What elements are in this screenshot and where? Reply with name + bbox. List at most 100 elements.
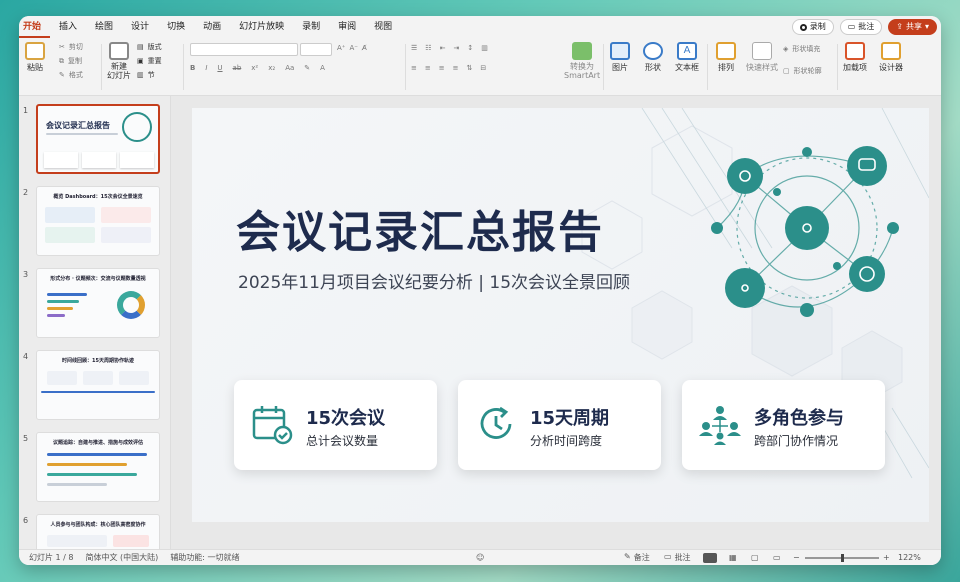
ribbon: 粘贴 ✂ 剪切 ⧉ 复制 ✎ 格式 新建 幻灯片 ▤ 版式 ▣ 重置 ▥ 节 A⁺ A⁻ A̸ … bbox=[19, 38, 941, 96]
presenter-view-icon[interactable]: ▭ bbox=[773, 553, 781, 562]
slide-thumbnail-4[interactable]: 时间线回顾：15天周期协作轨迹 bbox=[36, 350, 160, 420]
cut-button[interactable]: ✂ 剪切 bbox=[59, 42, 83, 52]
bold-icon[interactable]: B bbox=[190, 64, 195, 72]
slide-thumbnail-3[interactable]: 形式分布 · 议题频次：交流与议题数量透视 bbox=[36, 268, 160, 338]
tab-record[interactable]: 录制 bbox=[293, 16, 329, 38]
convert-smartart-button[interactable]: 转换为 SmartArt bbox=[564, 42, 600, 80]
thumbnail-bar bbox=[47, 300, 79, 303]
slide-thumbnail-pane[interactable]: 1 会议记录汇总报告 2 概览 Dashboard：15次会议全景速览 3 形式… bbox=[19, 96, 171, 549]
status-comments-button[interactable]: ▭ 批注 bbox=[664, 552, 691, 563]
superscript-icon[interactable]: x² bbox=[251, 64, 258, 72]
normal-view-icon[interactable] bbox=[703, 552, 717, 563]
layout-button[interactable]: ▤ 版式 bbox=[137, 42, 162, 52]
zoom-slider-thumb[interactable] bbox=[841, 554, 844, 562]
record-button[interactable]: 录制 bbox=[791, 19, 834, 35]
format-painter-button[interactable]: ✎ 格式 bbox=[59, 70, 83, 80]
shrink-font-icon[interactable]: A⁻ bbox=[349, 44, 357, 52]
paste-button[interactable]: 粘贴 bbox=[25, 42, 45, 73]
tab-home[interactable]: 开始 bbox=[19, 16, 51, 38]
paste-label: 粘贴 bbox=[27, 63, 43, 72]
zoom-out-icon[interactable]: − bbox=[793, 553, 800, 562]
numbering-icon[interactable]: ☷ bbox=[425, 44, 431, 52]
stat-card-roles[interactable]: 多角色参与 跨部门协作情况 bbox=[682, 380, 885, 470]
slide-subtitle[interactable]: 2025年11月项目会议纪要分析 | 15次会议全景回顾 bbox=[238, 268, 630, 293]
tab-draw[interactable]: 绘图 bbox=[86, 16, 122, 38]
font-size-select[interactable] bbox=[300, 43, 332, 56]
arrange-button[interactable]: 排列 bbox=[716, 42, 736, 73]
card-headline: 15次会议 bbox=[306, 408, 386, 429]
subscript-icon[interactable]: x₂ bbox=[268, 64, 275, 72]
slide-title[interactable]: 会议记录汇总报告 bbox=[236, 196, 604, 260]
picture-button[interactable]: 图片 bbox=[610, 42, 630, 73]
zoom-level[interactable]: 122% bbox=[898, 553, 921, 562]
shape-outline-label: 形状轮廓 bbox=[793, 67, 822, 75]
align-left-icon[interactable]: ≡ bbox=[411, 64, 417, 72]
card-subtext: 分析时间跨度 bbox=[530, 434, 603, 448]
bullets-icon[interactable]: ☰ bbox=[411, 44, 417, 52]
slide-thumbnail-1[interactable]: 会议记录汇总报告 bbox=[36, 104, 160, 174]
italic-icon[interactable]: I bbox=[205, 64, 207, 72]
font-color-icon[interactable]: A bbox=[320, 64, 325, 72]
increase-indent-icon[interactable]: ⇥ bbox=[453, 44, 459, 52]
decrease-indent-icon[interactable]: ⇤ bbox=[440, 44, 446, 52]
tab-view[interactable]: 视图 bbox=[365, 16, 401, 38]
strikethrough-icon[interactable]: ab bbox=[233, 64, 242, 72]
tab-transitions[interactable]: 切换 bbox=[158, 16, 194, 38]
section-label: 节 bbox=[147, 71, 155, 79]
textbox-button[interactable]: A 文本框 bbox=[675, 42, 699, 73]
justify-icon[interactable]: ≡ bbox=[453, 64, 459, 72]
shape-button[interactable]: 形状 bbox=[643, 42, 663, 73]
app-window: 开始 插入 绘图 设计 切换 动画 幻灯片放映 录制 审阅 视图 录制 ▭ 批注 … bbox=[19, 16, 941, 565]
tab-review[interactable]: 审阅 bbox=[329, 16, 365, 38]
slide-thumbnail-5[interactable]: 议题追踪：自建与推进、措施与成效评估 bbox=[36, 432, 160, 502]
tab-insert[interactable]: 插入 bbox=[50, 16, 86, 38]
slide-thumbnail-2[interactable]: 概览 Dashboard：15次会议全景速览 bbox=[36, 186, 160, 256]
stat-card-meetings[interactable]: 15次会议 总计会议数量 bbox=[234, 380, 437, 470]
columns-icon[interactable]: ▥ bbox=[481, 44, 488, 52]
language-indicator[interactable]: 简体中文 (中国大陆) bbox=[86, 552, 159, 563]
reset-button[interactable]: ▣ 重置 bbox=[137, 56, 162, 66]
new-slide-button[interactable]: 新建 幻灯片 bbox=[107, 42, 131, 80]
notes-button[interactable]: ✎ 备注 bbox=[624, 552, 650, 563]
tab-animations[interactable]: 动画 bbox=[194, 16, 230, 38]
comments-label: 批注 bbox=[858, 22, 875, 31]
quick-styles-button[interactable]: 快速样式 bbox=[746, 42, 778, 73]
accessibility-status[interactable]: 辅助功能: 一切就绪 bbox=[170, 552, 239, 563]
divider bbox=[183, 44, 184, 90]
new-slide-label: 新建 幻灯片 bbox=[107, 62, 131, 80]
align-center-icon[interactable]: ≡ bbox=[425, 64, 431, 72]
align-text-icon[interactable]: ⊟ bbox=[480, 64, 486, 72]
font-family-select[interactable] bbox=[190, 43, 298, 56]
status-bar: 幻灯片 1 / 8 简体中文 (中国大陆) 辅助功能: 一切就绪 ☺ ✎ 备注 ▭… bbox=[19, 549, 941, 565]
divider bbox=[405, 44, 406, 90]
designer-button[interactable]: 设计器 bbox=[879, 42, 903, 73]
highlight-icon[interactable]: ✎ bbox=[304, 64, 310, 72]
align-right-icon[interactable]: ≡ bbox=[439, 64, 445, 72]
tab-design[interactable]: 设计 bbox=[122, 16, 158, 38]
text-direction-icon[interactable]: ⇅ bbox=[467, 64, 473, 72]
slide-thumbnail-6[interactable]: 人员参与与团队构成：核心团队高密度协作 bbox=[36, 514, 160, 549]
shapes-icon bbox=[643, 42, 663, 60]
shape-fill-button[interactable]: ◈ 形状填充 bbox=[783, 44, 820, 54]
underline-icon[interactable]: U bbox=[217, 64, 222, 72]
slide-sorter-icon[interactable]: ▦ bbox=[729, 553, 737, 562]
thumbnail-block bbox=[101, 227, 151, 243]
addins-button[interactable]: 加载项 bbox=[843, 42, 867, 73]
reading-view-icon[interactable]: ▢ bbox=[751, 553, 759, 562]
comments-button[interactable]: ▭ 批注 bbox=[839, 19, 883, 35]
slide-editor-canvas[interactable]: 会议记录汇总报告 2025年11月项目会议纪要分析 | 15次会议全景回顾 15… bbox=[171, 96, 941, 549]
stat-card-period[interactable]: 15天周期 分析时间跨度 bbox=[458, 380, 661, 470]
section-button[interactable]: ▥ 节 bbox=[137, 70, 155, 80]
clear-format-icon[interactable]: A̸ bbox=[362, 44, 367, 52]
zoom-in-icon[interactable]: + bbox=[883, 553, 890, 562]
shape-outline-button[interactable]: ▢ 形状轮廓 bbox=[783, 66, 822, 76]
share-button[interactable]: ⇪ 共享 ▾ bbox=[888, 19, 937, 35]
current-slide[interactable]: 会议记录汇总报告 2025年11月项目会议纪要分析 | 15次会议全景回顾 15… bbox=[192, 108, 929, 522]
tab-slideshow[interactable]: 幻灯片放映 bbox=[230, 16, 293, 38]
line-spacing-icon[interactable]: ↕ bbox=[467, 44, 473, 52]
smiley-icon[interactable]: ☺ bbox=[476, 553, 484, 562]
copy-button[interactable]: ⧉ 复制 bbox=[59, 56, 82, 66]
grow-font-icon[interactable]: A⁺ bbox=[337, 44, 345, 52]
case-icon[interactable]: Aa bbox=[285, 64, 294, 72]
zoom-slider[interactable] bbox=[805, 554, 879, 562]
